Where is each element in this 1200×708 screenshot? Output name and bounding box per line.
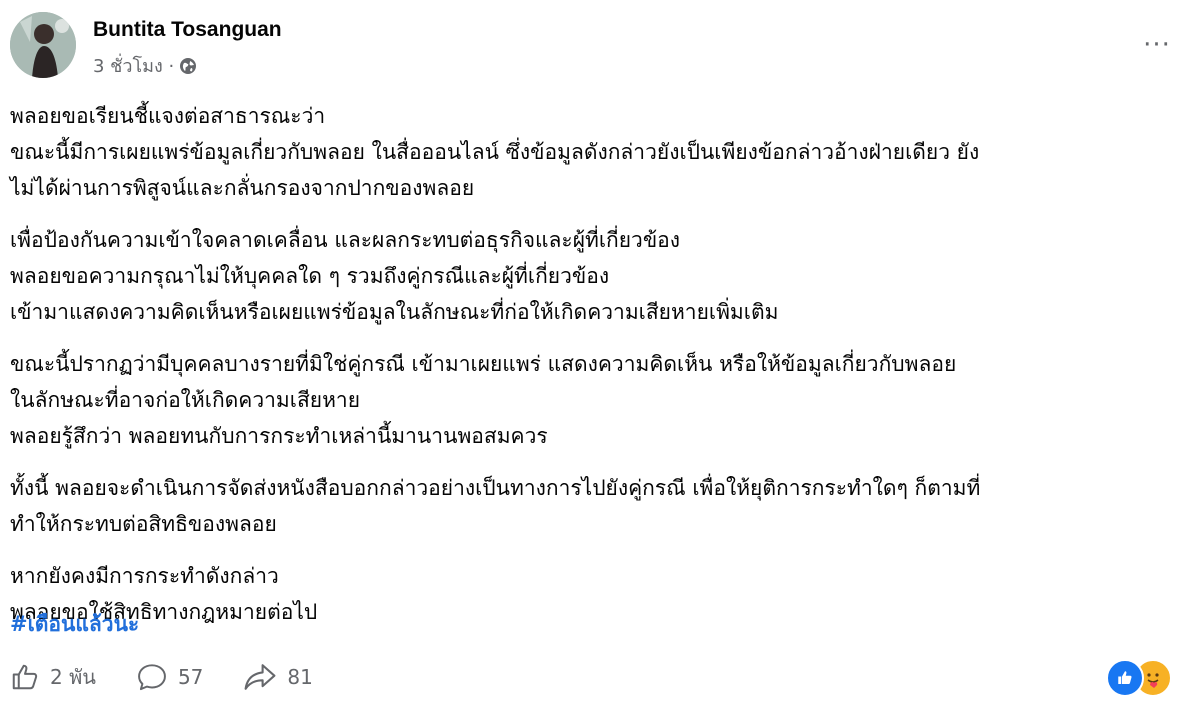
like-reaction-icon (1106, 659, 1144, 697)
paragraph-2: เพื่อป้องกันความเข้าใจคลาดเคลื่อน และผลก… (10, 222, 1180, 330)
share-button[interactable]: 81 (243, 662, 313, 692)
more-options-button[interactable]: ··· (1140, 28, 1174, 62)
post-time[interactable]: 3 ชั่วโมง · (93, 51, 174, 80)
author-name[interactable]: Buntita Tosanguan (93, 18, 282, 42)
paragraph-1: พลอยขอเรียนชี้แจงต่อสาธารณะว่า ขณะนี้มีก… (10, 98, 1180, 206)
share-icon (244, 664, 276, 690)
avatar-image (10, 12, 76, 78)
text-line: ไม่ได้ผ่านการพิสูจน์และกลั่นกรองจากปากขอ… (10, 176, 475, 200)
post-meta: 3 ชั่วโมง · (93, 51, 197, 80)
text-line: เข้ามาแสดงความคิดเห็นหรือเผยแพร่ข้อมูลใน… (10, 300, 779, 324)
paragraph-4: ทั้งนี้ พลอยจะดำเนินการจัดส่งหนังสือบอกก… (10, 470, 1180, 542)
text-line: เพื่อป้องกันความเข้าใจคลาดเคลื่อน และผลก… (10, 228, 681, 252)
post-body: พลอยขอเรียนชี้แจงต่อสาธารณะว่า ขณะนี้มีก… (10, 98, 1180, 646)
comment-icon (138, 664, 166, 691)
share-count: 81 (287, 665, 313, 689)
like-button[interactable]: 2 พัน (10, 661, 96, 693)
text-line: ขณะนี้มีการเผยแพร่ข้อมูลเกี่ยวกับพลอย ใน… (10, 140, 980, 164)
reaction-summary[interactable] (1106, 659, 1172, 697)
text-line: ในลักษณะที่อาจก่อให้เกิดความเสียหาย (10, 388, 361, 412)
paragraph-5: หากยังคงมีการกระทำดังกล่าว พลอยขอใช้สิทธ… (10, 558, 1180, 630)
text-line: หากยังคงมีการกระทำดังกล่าว (10, 564, 279, 588)
text-line: พลอยขอใช้สิทธิทางกฎหมายต่อไป (10, 600, 318, 624)
like-icon (12, 664, 38, 690)
text-line: พลอยขอเรียนชี้แจงต่อสาธารณะว่า (10, 104, 326, 128)
facebook-post: Buntita Tosanguan 3 ชั่วโมง · ··· พลอยขอ… (0, 0, 1200, 708)
paragraph-3: ขณะนี้ปรากฏว่ามีบุคคลบางรายที่มิใช่คู่กร… (10, 346, 1180, 454)
like-count: 2 พัน (50, 665, 96, 689)
text-line: ทั้งนี้ พลอยจะดำเนินการจัดส่งหนังสือบอกก… (10, 476, 981, 500)
post-actions: 2 พัน 57 81 (10, 656, 353, 698)
comment-count: 57 (177, 665, 204, 689)
more-options-icon: ··· (1143, 30, 1171, 60)
text-line: พลอยรู้สึกว่า พลอยทนกับการกระทำเหล่านี้ม… (10, 424, 548, 448)
globe-icon[interactable] (179, 57, 197, 75)
comment-button[interactable]: 57 (136, 662, 203, 692)
text-line: ขณะนี้ปรากฏว่ามีบุคคลบางรายที่มิใช่คู่กร… (10, 352, 957, 376)
hashtag-link[interactable]: #เตือนแล้วนะ (10, 608, 139, 641)
author-avatar[interactable] (10, 12, 76, 78)
text-line: พลอยขอความกรุณาไม่ให้บุคคลใด ๆ รวมถึงคู่… (10, 264, 610, 288)
text-line: ทำให้กระทบต่อสิทธิของพลอย (10, 512, 277, 536)
